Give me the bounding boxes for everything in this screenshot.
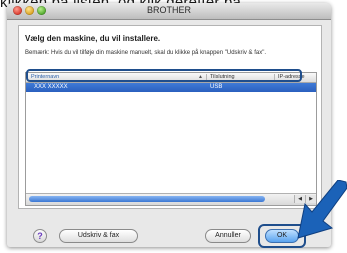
row-printer-name: XXX XXXXX <box>34 84 68 90</box>
horizontal-scrollbar[interactable]: ◀ ▶ <box>26 193 316 205</box>
content-panel: Vælg den maskine, du vil installere. Bem… <box>18 25 322 209</box>
dialog-note: Bemærk: Hvis du vil tilføje din maskine … <box>25 50 267 56</box>
installer-window: BROTHER Vælg den maskine, du vil install… <box>7 3 331 247</box>
table-row[interactable]: XXX XXXXX USB <box>26 83 316 92</box>
row-callout-outline <box>26 69 302 82</box>
help-button[interactable]: ? <box>33 229 47 243</box>
print-fax-button[interactable]: Udskriv & fax <box>59 229 138 243</box>
title-bar: BROTHER <box>7 3 331 20</box>
row-connection: USB <box>210 84 223 90</box>
arrow-pointer-icon <box>297 180 347 239</box>
scrollbar-thumb[interactable] <box>29 196 265 202</box>
question-mark-icon: ? <box>37 231 43 241</box>
window-title: BROTHER <box>146 5 191 15</box>
cancel-button[interactable]: Annuller <box>205 229 251 243</box>
dialog-heading: Vælg den maskine, du vil installere. <box>25 34 161 43</box>
device-table: Printernavn ▲ Tilslutning IP-adresse XXX… <box>25 72 317 206</box>
